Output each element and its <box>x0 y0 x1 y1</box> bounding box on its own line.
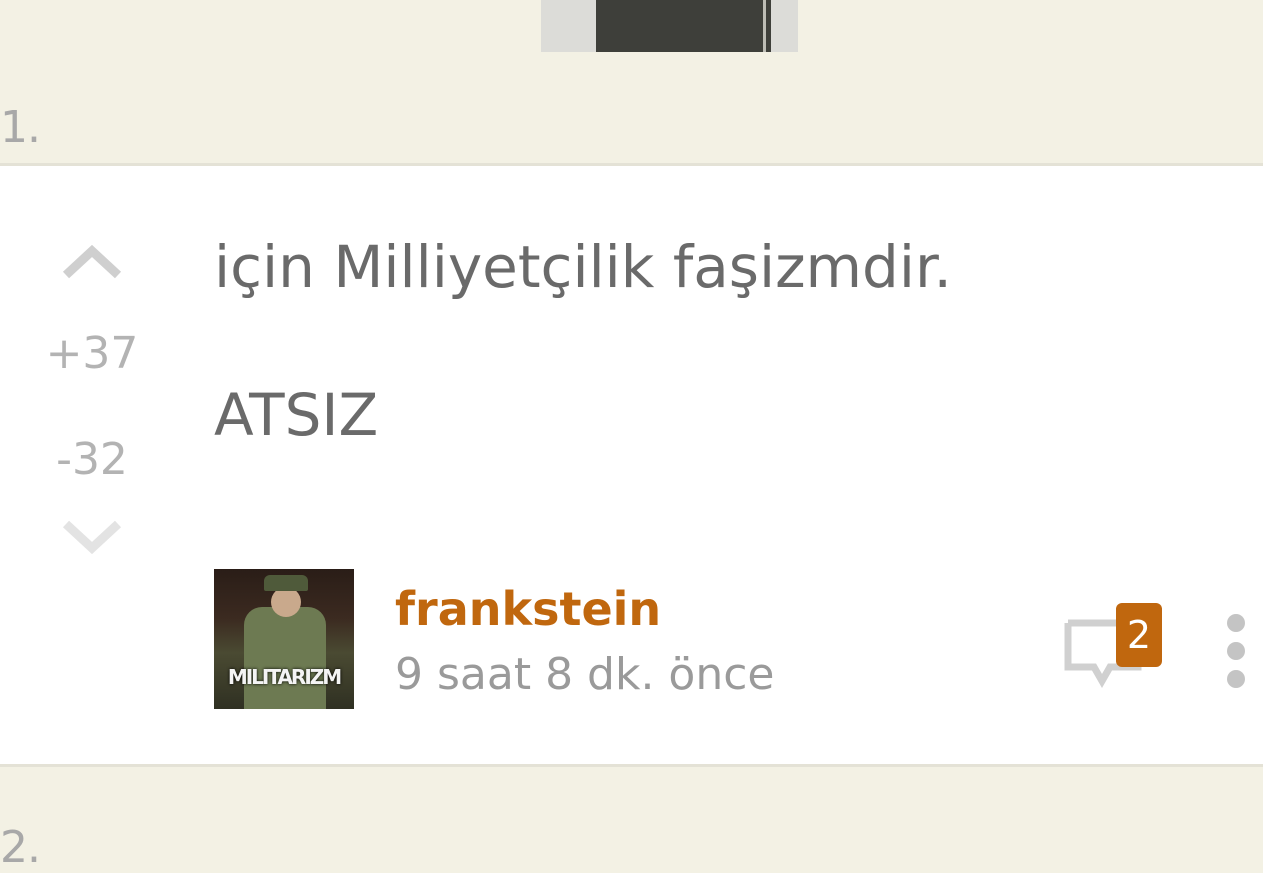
avatar-caption: MILITARIZM <box>227 665 342 689</box>
avatar-figure-head <box>271 587 301 617</box>
upvote-button[interactable] <box>62 241 122 281</box>
comment-count-badge: 2 <box>1116 603 1162 667</box>
downvote-button[interactable] <box>62 518 122 558</box>
downvote-count: -32 <box>56 434 128 485</box>
entry-text-line: ATSIZ <box>214 381 379 449</box>
upvote-count: +37 <box>45 328 139 379</box>
more-vertical-icon-dot <box>1227 642 1245 660</box>
avatar-figure-torso <box>244 607 326 709</box>
previous-entry-image <box>541 0 798 52</box>
previous-entry-image-figure <box>596 0 771 52</box>
more-vertical-icon-dot <box>1227 670 1245 688</box>
entry-timestamp[interactable]: 9 saat 8 dk. önce <box>395 653 775 697</box>
avatar-figure-cap <box>264 575 308 591</box>
comments-button[interactable]: 2 <box>1064 603 1164 693</box>
more-vertical-icon-dot <box>1227 614 1245 632</box>
chevron-down-icon <box>62 520 122 555</box>
entry-number-next: 2. <box>0 822 41 873</box>
author-avatar[interactable]: MILITARIZM <box>214 569 354 709</box>
entry-number-previous: 1. <box>0 102 41 153</box>
entry-card: +37 -32 için Milliyetçilik faşizmdir. AT… <box>0 163 1263 767</box>
more-options-button[interactable] <box>1222 614 1250 692</box>
chevron-up-icon <box>62 244 122 279</box>
previous-entry-image-line <box>763 0 766 52</box>
entry-text-line: için Milliyetçilik faşizmdir. <box>214 233 952 301</box>
author-link[interactable]: frankstein <box>395 586 661 632</box>
